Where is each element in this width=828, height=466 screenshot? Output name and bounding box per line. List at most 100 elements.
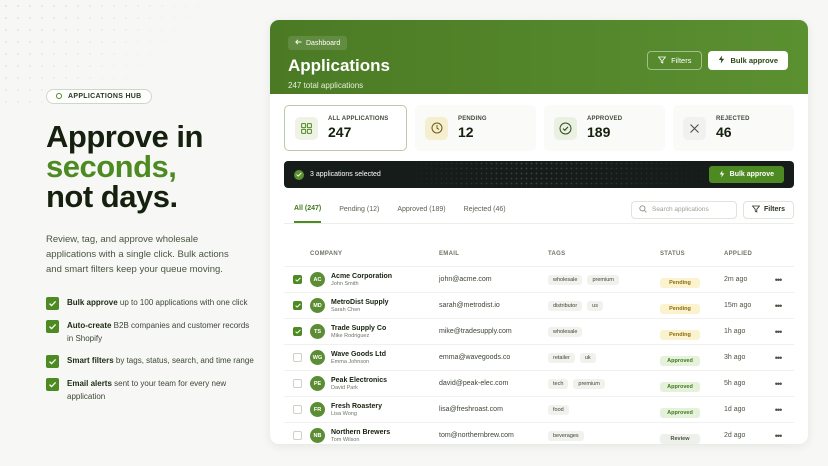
tab-rejected[interactable]: Rejected (46) [464, 196, 506, 223]
hub-badge-label: APPLICATIONS HUB [68, 92, 142, 100]
tag-chip: food [548, 404, 569, 415]
tag-chip: distributor [548, 300, 583, 311]
tags-cell: wholesale [548, 326, 660, 337]
company-name[interactable]: Peak Electronics [331, 377, 387, 384]
stat-card-approved[interactable]: APPROVED 189 [544, 105, 665, 151]
column-company[interactable]: COMPANY [310, 251, 439, 257]
stat-card-rejected[interactable]: REJECTED 46 [673, 105, 794, 151]
company-name[interactable]: Northern Brewers [331, 429, 390, 436]
column-tags[interactable]: TAGS [548, 251, 660, 257]
stat-value: 46 [716, 124, 732, 140]
contact-name: David Park [331, 384, 358, 391]
stat-card-all[interactable]: ALL APPLICATIONS 247 [284, 105, 407, 151]
email-cell: tom@northernbrew.com [439, 432, 514, 439]
panel-header: Dashboard Applications 247 total applica… [270, 20, 808, 94]
applied-cell: 15m ago [724, 302, 752, 309]
headline-accent: seconds, [46, 149, 177, 184]
search-input[interactable]: Search applications [630, 200, 737, 219]
more-options-icon[interactable]: ••• [768, 431, 788, 441]
company-name[interactable]: MetroDist Supply [331, 299, 389, 306]
more-options-icon[interactable]: ••• [768, 353, 788, 363]
row-checkbox[interactable] [293, 405, 302, 414]
status-cell: Approved [660, 401, 724, 419]
selection-bulk-approve-button[interactable]: Bulk approve [708, 166, 784, 183]
contact-name: John Smith [331, 280, 359, 287]
filters-button[interactable]: Filters [742, 200, 794, 219]
contact-name: Emma Johnson [331, 358, 370, 365]
column-applied[interactable]: APPLIED [724, 251, 768, 257]
feature-item: Bulk approve up to 100 applications with… [46, 297, 256, 310]
stat-label: ALL APPLICATIONS [328, 116, 389, 122]
more-options-icon[interactable]: ••• [768, 275, 788, 285]
column-email[interactable]: EMAIL [439, 251, 548, 257]
company-name[interactable]: Acme Corporation [331, 273, 392, 280]
tag-chip: retailer [548, 352, 575, 363]
selection-bar: 3 applications selected Bulk approve [284, 161, 794, 188]
company-cell: NB Northern Brewers Tom Wilson [310, 428, 439, 443]
page-subtitle: 247 total applications [288, 81, 364, 90]
stat-card-pending[interactable]: PENDING 12 [415, 105, 536, 151]
company-cell: MD MetroDist Supply Sarah Chen [310, 298, 439, 313]
status-cell: Pending [660, 297, 724, 315]
company-name[interactable]: Fresh Roastery [331, 403, 382, 410]
company-name[interactable]: Trade Supply Co [331, 325, 386, 332]
headline-line-3: not days. [46, 179, 178, 214]
table-row[interactable]: PE Peak Electronics David Park david@peak-e… [284, 370, 794, 396]
row-select-cell [284, 327, 310, 336]
row-checkbox[interactable] [293, 301, 302, 310]
row-checkbox[interactable] [293, 353, 302, 362]
row-checkbox[interactable] [293, 431, 302, 440]
filters-label: Filters [763, 206, 785, 213]
tab-pending[interactable]: Pending (12) [339, 196, 379, 223]
table-row[interactable]: FR Fresh Roastery Lisa Wong lisa@freshroast… [284, 396, 794, 422]
row-checkbox[interactable] [293, 379, 302, 388]
company-cell: FR Fresh Roastery Lisa Wong [310, 402, 439, 417]
badge-dot-icon [56, 93, 62, 99]
avatar: TS [310, 324, 325, 339]
row-checkbox[interactable] [293, 327, 302, 336]
company-info: Acme Corporation John Smith [331, 273, 392, 287]
table-header: COMPANY EMAIL TAGS STATUS APPLIED [284, 242, 794, 266]
table-row[interactable]: TS Trade Supply Co Mike Rodriguez mike@trad… [284, 318, 794, 344]
status-badge: Approved [660, 355, 700, 366]
more-options-icon[interactable]: ••• [768, 405, 788, 415]
status-cell: Approved [660, 349, 724, 367]
status-cell: Review [660, 427, 724, 445]
more-options-icon[interactable]: ••• [768, 301, 788, 311]
more-options-icon[interactable]: ••• [768, 327, 788, 337]
table-row[interactable]: MD MetroDist Supply Sarah Chen sarah@metrod… [284, 292, 794, 318]
search-placeholder: Search applications [651, 206, 709, 213]
table-row[interactable]: WG Wave Goods Ltd Emma Johnson emma@wavegoo… [284, 344, 794, 370]
table-row[interactable]: NB Northern Brewers Tom Wilson tom@northern… [284, 422, 794, 444]
company-cell: TS Trade Supply Co Mike Rodriguez [310, 324, 439, 339]
applications-table: COMPANY EMAIL TAGS STATUS APPLIED AC Acme… [284, 242, 794, 444]
header-bulk-approve-button[interactable]: Bulk approve [708, 51, 788, 70]
tabs-toolbar: All (247) Pending (12) Approved (189) Re… [284, 196, 794, 224]
selection-bar-pattern [404, 161, 714, 188]
header-filters-button[interactable]: Filters [647, 51, 703, 70]
tags-cell: wholesale premium [548, 274, 660, 285]
stat-label: REJECTED [716, 116, 750, 122]
company-name[interactable]: Wave Goods Ltd [331, 351, 386, 358]
contact-name: Sarah Chen [331, 306, 361, 313]
email-cell: david@peak-elec.com [439, 380, 509, 387]
feature-text: Smart filters by tags, status, search, a… [67, 355, 256, 368]
feature-list: Bulk approve up to 100 applications with… [46, 297, 256, 403]
back-to-dashboard-link[interactable]: Dashboard [288, 36, 348, 50]
row-select-cell [284, 275, 310, 284]
more-options-icon[interactable]: ••• [768, 379, 788, 389]
avatar: AC [310, 272, 325, 287]
company-info: Fresh Roastery Lisa Wong [331, 403, 382, 417]
status-badge: Approved [660, 381, 700, 392]
company-info: MetroDist Supply Sarah Chen [331, 299, 389, 313]
applied-cell: 1h ago [724, 328, 746, 335]
column-status[interactable]: STATUS [660, 251, 724, 257]
status-badge: Pending [660, 329, 700, 340]
selection-count: 3 applications selected [310, 171, 381, 178]
table-row[interactable]: AC Acme Corporation John Smith john@acme.co… [284, 266, 794, 292]
table-body: AC Acme Corporation John Smith john@acme.co… [284, 266, 794, 444]
tab-all[interactable]: All (247) [294, 196, 322, 223]
tab-approved[interactable]: Approved (189) [397, 196, 445, 223]
stat-value: 189 [587, 124, 611, 140]
row-checkbox[interactable] [293, 275, 302, 284]
